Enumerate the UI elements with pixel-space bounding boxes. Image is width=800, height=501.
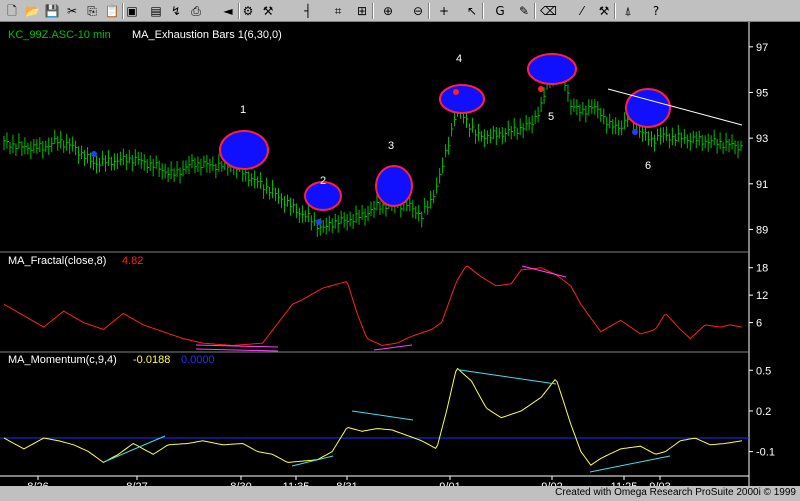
trendline-icon[interactable]: ⁄ <box>574 3 590 19</box>
eraser-icon[interactable]: ⌫ <box>540 3 557 19</box>
annotation-label: 4 <box>456 53 462 65</box>
insert-indicator-icon[interactable]: ⌗ <box>330 3 346 19</box>
fractal-value: 4.82 <box>122 255 143 267</box>
annotation-label: 6 <box>645 160 651 172</box>
y-tick-label: 12 <box>756 290 768 302</box>
annotation-label: 1 <box>240 104 246 116</box>
y-tick-label: 0.2 <box>756 406 771 418</box>
signal-dot <box>453 89 459 95</box>
paste-icon[interactable]: 📋 <box>104 3 120 19</box>
zoom-in-icon[interactable]: ⊕ <box>380 3 396 19</box>
drawing-icon[interactable]: ✎ <box>516 3 532 19</box>
copy-icon[interactable]: ⎘ <box>84 3 100 19</box>
open-icon[interactable]: 📂 <box>24 3 40 19</box>
zoom-out-icon[interactable]: ⊖ <box>410 3 426 19</box>
bar-icon[interactable]: ┤ <box>300 3 316 19</box>
pointer-icon[interactable]: ↖ <box>464 3 480 19</box>
hammer-icon[interactable]: ⚒ <box>596 3 612 19</box>
indicator-icon[interactable]: ↯ <box>168 3 184 19</box>
exhaustion-circle <box>527 53 577 85</box>
chart: 123456 9795939189181260.50.2-0.1 8/268/2… <box>0 22 800 486</box>
insert-study-icon[interactable]: ⊞ <box>354 3 370 19</box>
signal-dot <box>316 219 322 225</box>
y-tick-label: 93 <box>756 133 768 145</box>
signal-dot <box>632 129 638 135</box>
y-tick-label: 95 <box>756 87 768 99</box>
toolbar-separator <box>428 3 430 19</box>
credit-text: Created with Omega Research ProSuite 200… <box>555 487 796 498</box>
chart-background <box>0 22 800 486</box>
annotation-label: 2 <box>320 175 326 187</box>
print-icon[interactable]: ⎙ <box>188 3 204 19</box>
exhaustion-circle <box>625 88 671 128</box>
exhaustion-circle <box>375 165 413 207</box>
toolbar-separator <box>534 3 536 19</box>
momentum-zero-value: 0.0000 <box>181 354 215 366</box>
save-icon[interactable]: 💾 <box>44 3 60 19</box>
y-tick-label: 6 <box>756 318 762 330</box>
toolbar: 🗋 📂 💾 ✂ ⎘ 📋 ▣ ▤ ↯ ⎙ ◄ ⚙ ⚒ ┤ ⌗ ⊞ ⊕ ⊖ + ↖ G ✎ ⌫ ⁄ ⚒ ⍋? <box>0 0 800 22</box>
help-icon[interactable]: ? <box>648 3 664 19</box>
toolbar-separator <box>614 3 616 19</box>
exhaustion-label: MA_Exhaustion Bars 1(6,30,0) <box>132 29 282 41</box>
y-tick-label: -0.1 <box>756 447 775 459</box>
annotation-label: 5 <box>548 111 554 123</box>
annotation-label: 3 <box>388 140 394 152</box>
y-tick-label: 91 <box>756 179 768 191</box>
signal-dot <box>91 151 97 157</box>
fractal-label: MA_Fractal(close,8) <box>8 255 106 267</box>
toolbar-separator <box>372 3 374 19</box>
momentum-label: MA_Momentum(c,9,4) <box>8 354 117 366</box>
data-window-icon[interactable]: ▤ <box>148 3 164 19</box>
crosshair-icon[interactable]: + <box>436 3 452 19</box>
format-icon[interactable]: ⚙ <box>240 3 256 19</box>
new-icon[interactable]: 🗋 <box>4 3 20 19</box>
symbol-label: KC_99Z.ASC-10 min <box>8 29 111 41</box>
y-tick-label: 97 <box>756 42 768 54</box>
y-tick-label: 0.5 <box>756 365 771 377</box>
exhaustion-circle <box>439 84 485 114</box>
exhaustion-circle <box>219 130 269 170</box>
toolbar-separator <box>482 3 484 19</box>
chart-icon[interactable]: ⍋ <box>620 3 636 19</box>
window-icon[interactable]: ▣ <box>124 3 140 19</box>
signal-dot <box>538 86 544 92</box>
y-tick-label: 89 <box>756 224 768 236</box>
status-bar: Created with Omega Research ProSuite 200… <box>0 486 800 501</box>
analysis-icon[interactable]: ⚒ <box>260 3 276 19</box>
scroll-left-icon[interactable]: ◄ <box>220 3 236 19</box>
momentum-value: -0.0188 <box>133 354 170 366</box>
cut-icon[interactable]: ✂ <box>64 3 80 19</box>
text-icon[interactable]: G <box>492 3 508 19</box>
y-tick-label: 18 <box>756 263 768 275</box>
